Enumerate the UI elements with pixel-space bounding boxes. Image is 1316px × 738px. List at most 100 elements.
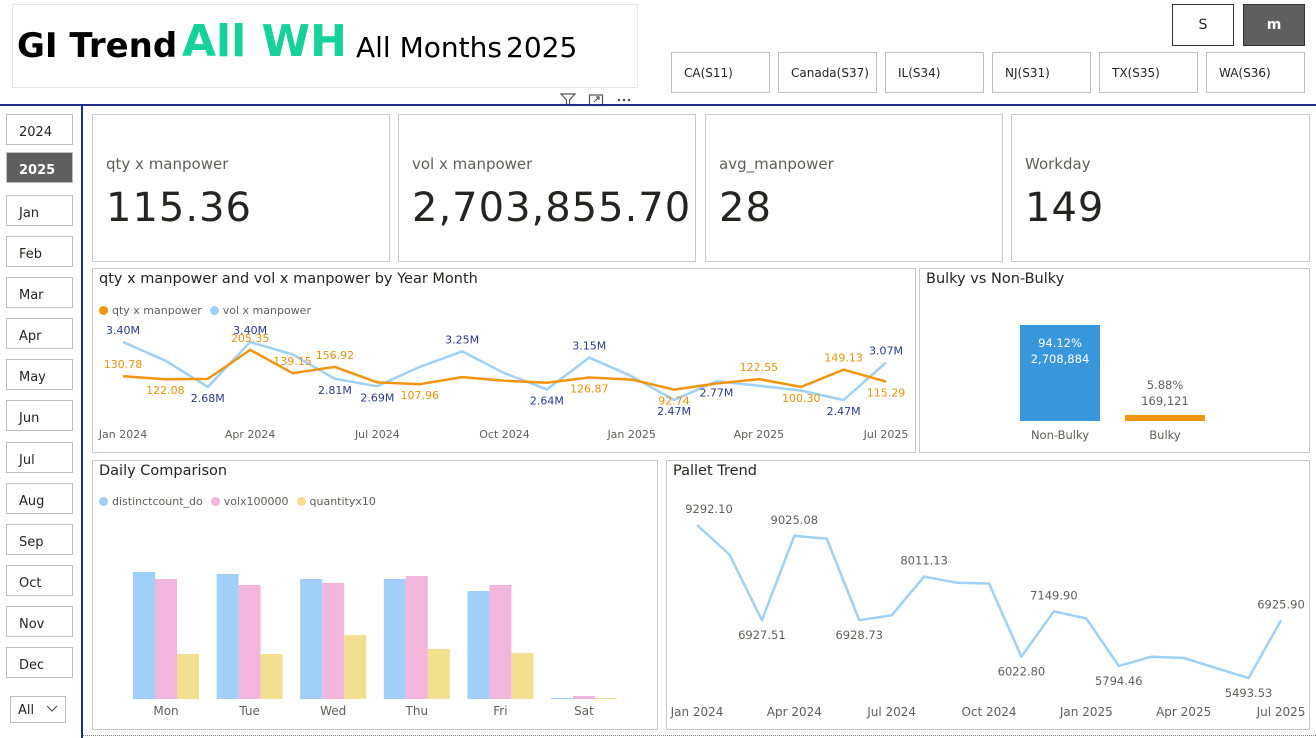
unit-toggle-m-button[interactable]: m [1243, 4, 1305, 46]
kpi-label: qty x manpower [106, 155, 229, 173]
slicer-dropdown-value: All [18, 703, 35, 718]
slicer-item-aug[interactable]: Aug [6, 483, 73, 514]
slicer-item-sep[interactable]: Sep [6, 524, 73, 555]
warehouse-button-nj[interactable]: NJ(S31) [992, 52, 1091, 93]
kpi-card-avg-manpower[interactable]: avg_manpower 28 [705, 114, 1003, 262]
category-label: Bulky [1149, 428, 1181, 442]
data-label: 107.96 [400, 389, 439, 402]
slicer-dropdown[interactable]: All [10, 696, 66, 723]
warehouse-button-il[interactable]: IL(S34) [885, 52, 984, 93]
bar-distinctcount [133, 572, 155, 699]
x-tick-label: Jul 2025 [1256, 705, 1306, 719]
page-title: GI Trend [17, 26, 178, 66]
bar-distinctcount [551, 698, 573, 699]
data-label: 3.07M [869, 345, 903, 358]
warehouse-button-ca[interactable]: CA(S11) [671, 52, 770, 93]
daily-comparison-chart[interactable]: Daily Comparison distinctcount_do volx10… [92, 460, 658, 730]
pallet-trend-chart[interactable]: Pallet Trend 9292.10 6927.51 9025.08 6928.7… [666, 460, 1310, 730]
category-label: Tue [238, 704, 260, 718]
data-label: 2.81M [318, 384, 352, 397]
x-tick-label: Jan 2024 [670, 705, 724, 719]
data-label: 115.29 [867, 387, 906, 400]
bar-volx [573, 696, 595, 699]
manpower-trend-svg: 130.78122.08205.35139.15 156.92107.96126.… [98, 324, 909, 441]
manpower-trend-chart[interactable]: qty x manpower and vol x manpower by Yea… [92, 268, 916, 453]
x-tick-label: Jul 2024 [866, 705, 916, 719]
data-label: 3.25M [445, 333, 479, 346]
kpi-card-vol-manpower[interactable]: vol x manpower 2,703,855.70 [398, 114, 696, 262]
data-label: 149.13 [824, 352, 863, 365]
data-label: 2.47M [827, 405, 861, 418]
slicer-item-2024[interactable]: 2024 [6, 114, 73, 145]
x-tick-label: Jan 2025 [1059, 705, 1113, 719]
slicer-item-nov[interactable]: Nov [6, 606, 73, 637]
slicer-item-mar[interactable]: Mar [6, 277, 73, 308]
warehouse-button-tx[interactable]: TX(S35) [1099, 52, 1198, 93]
bar-quantity [260, 654, 283, 699]
slicer-item-feb[interactable]: Feb [6, 236, 73, 267]
bottom-border [83, 735, 1316, 736]
bar-bulky [1125, 415, 1205, 421]
category-label: Non-Bulky [1031, 428, 1089, 442]
x-tick-label: Apr 2024 [767, 705, 822, 719]
data-label: 156.92 [316, 349, 355, 362]
x-tick-label: Apr 2025 [1156, 705, 1211, 719]
data-label: 5493.53 [1225, 686, 1273, 700]
x-tick-label: Oct 2024 [961, 705, 1016, 719]
data-label: 130.78 [104, 358, 143, 371]
category-label: Sat [574, 704, 594, 718]
bar-volx [322, 583, 345, 699]
kpi-label: vol x manpower [412, 155, 533, 173]
category-label: Wed [320, 704, 346, 718]
data-label: 6925.90 [1257, 597, 1305, 611]
bar-distinctcount [383, 579, 406, 699]
kpi-card-qty-manpower[interactable]: qty x manpower 115.36 [92, 114, 390, 262]
data-label: 100.30 [782, 392, 821, 405]
data-label: 9025.08 [771, 513, 819, 527]
slicer-item-jul[interactable]: Jul [6, 442, 73, 473]
bar-distinctcount [467, 591, 490, 699]
category-label: Fri [493, 704, 507, 718]
data-label: 122.08 [146, 384, 185, 397]
slicer-item-oct[interactable]: Oct [6, 565, 73, 596]
header-divider [0, 104, 1316, 106]
slicer-item-2025[interactable]: 2025 [6, 152, 73, 183]
slicer-item-jun[interactable]: Jun [6, 400, 73, 431]
series-line-pallet [696, 524, 1283, 680]
data-label: 2.69M [360, 391, 394, 404]
warehouse-button-wa[interactable]: WA(S36) [1206, 52, 1305, 93]
bulky-svg: 94.12% 2,708,884 Non-Bulky 5.88% 169,121 Bulk… [1020, 325, 1205, 442]
kpi-value: 115.36 [106, 185, 252, 231]
kpi-value: 2,703,855.70 [412, 185, 692, 231]
unit-toggle-s-button[interactable]: S [1172, 4, 1234, 46]
data-label: 7149.90 [1030, 588, 1078, 602]
bulky-chart[interactable]: Bulky vs Non-Bulky 94.12% 2,708,884 Non-Bu… [919, 268, 1310, 453]
bar-quantity [344, 635, 367, 699]
data-label: 6022.80 [998, 665, 1046, 679]
x-tick-label: Oct 2024 [479, 428, 530, 441]
x-tick-label: Jul 2025 [863, 428, 909, 441]
slicer-item-dec[interactable]: Dec [6, 647, 73, 678]
category-label: Thu [405, 704, 429, 718]
data-label: 2.77M [699, 386, 733, 399]
kpi-card-workday[interactable]: Workday 149 [1011, 114, 1310, 262]
bar-distinctcount [216, 574, 239, 699]
x-tick-label: Jan 2025 [606, 428, 655, 441]
data-label: 122.55 [740, 361, 779, 374]
chevron-down-icon [45, 701, 59, 718]
data-label: 3.15M [572, 340, 606, 353]
slicer-item-may[interactable]: May [6, 359, 73, 390]
kpi-value: 28 [719, 185, 772, 231]
bar-volx [238, 585, 261, 699]
x-tick-label: Jan 2024 [98, 428, 147, 441]
bar-quantity [427, 649, 450, 699]
year-title: 2025 [506, 31, 578, 64]
kpi-value: 149 [1025, 185, 1105, 231]
slicer-item-apr[interactable]: Apr [6, 318, 73, 349]
slicer-item-jan[interactable]: Jan [6, 195, 73, 226]
value-label: 2,708,884 [1031, 352, 1090, 366]
warehouse-button-canada[interactable]: Canada(S37) [778, 52, 877, 93]
data-label: 139.15 [273, 355, 312, 368]
x-tick-label: Apr 2024 [225, 428, 276, 441]
x-tick-label: Apr 2025 [734, 428, 785, 441]
